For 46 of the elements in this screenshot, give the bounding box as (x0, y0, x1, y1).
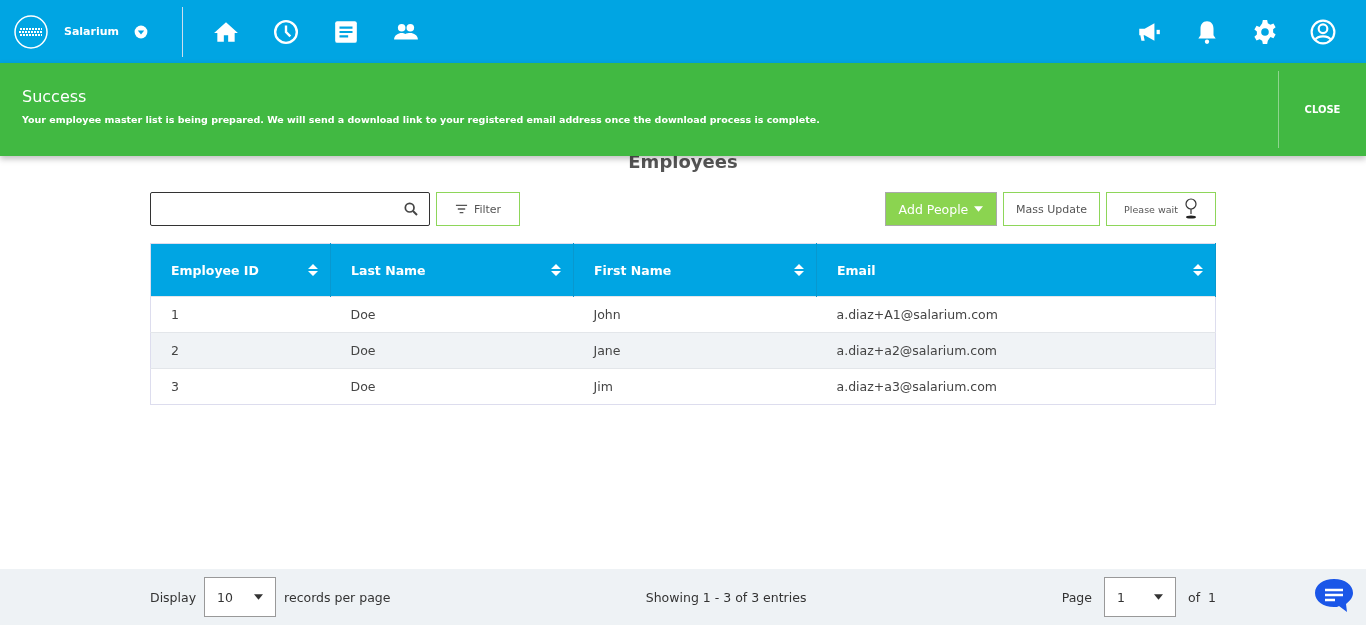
column-header[interactable]: Employee ID (150, 243, 331, 297)
user-icon[interactable] (1310, 18, 1336, 45)
alert-message: Your employee master list is being prepared. We will send a download link to your registered email address once the download process is complete. (22, 114, 821, 125)
page-title: Employees (627, 151, 739, 172)
clock-icon[interactable] (273, 18, 299, 45)
please-wait-button[interactable]: Please wait (1106, 192, 1216, 226)
of-label: of (1188, 589, 1201, 605)
caret-icon (254, 594, 264, 600)
search-field[interactable] (150, 192, 430, 226)
table-cell: a.diaz+a3@salarium.com (816, 368, 1216, 405)
table-cell: Jane (573, 332, 817, 369)
total-pages: 1 (1208, 589, 1216, 605)
table-cell: a.diaz+a2@salarium.com (816, 332, 1216, 369)
page-size-select[interactable]: 10 (204, 577, 277, 617)
column-header[interactable]: Email (816, 243, 1216, 297)
column-header[interactable]: First Name (573, 243, 817, 297)
table-cell: 3 (150, 368, 331, 405)
sort-icon[interactable] (794, 264, 804, 276)
document-icon[interactable] (333, 18, 359, 45)
lightbulb-icon (1183, 198, 1198, 220)
caret-icon (974, 206, 984, 212)
company-name: Salarium (64, 25, 120, 38)
search-icon[interactable] (403, 201, 419, 217)
entries-summary: Showing 1 - 3 of 3 entries (645, 589, 807, 605)
table-cell: Jim (573, 368, 817, 405)
settings-icon[interactable] (1252, 18, 1278, 45)
sort-icon[interactable] (1193, 264, 1203, 276)
table-cell: 2 (150, 332, 331, 369)
logo-icon[interactable] (14, 14, 48, 49)
dropdown-icon[interactable] (133, 23, 150, 40)
page-select[interactable]: 1 (1104, 577, 1176, 617)
table-cell: Doe (330, 332, 574, 369)
caret-icon (1154, 594, 1163, 600)
mass-update-button[interactable]: Mass Update (1002, 192, 1100, 226)
filter-button[interactable]: Filter (436, 192, 520, 226)
table-cell: Doe (330, 368, 574, 405)
sort-icon[interactable] (308, 264, 318, 276)
close-button[interactable]: CLOSE (1278, 71, 1366, 148)
filter-icon (454, 204, 468, 214)
page-label: Page (1061, 589, 1092, 605)
records-per-page-label: records per page (284, 589, 391, 605)
column-header[interactable]: Last Name (330, 243, 574, 297)
sort-icon[interactable] (551, 264, 561, 276)
add-people-button[interactable]: Add People (884, 192, 997, 226)
alert-title: Success (22, 87, 88, 106)
display-label: Display (150, 589, 197, 605)
